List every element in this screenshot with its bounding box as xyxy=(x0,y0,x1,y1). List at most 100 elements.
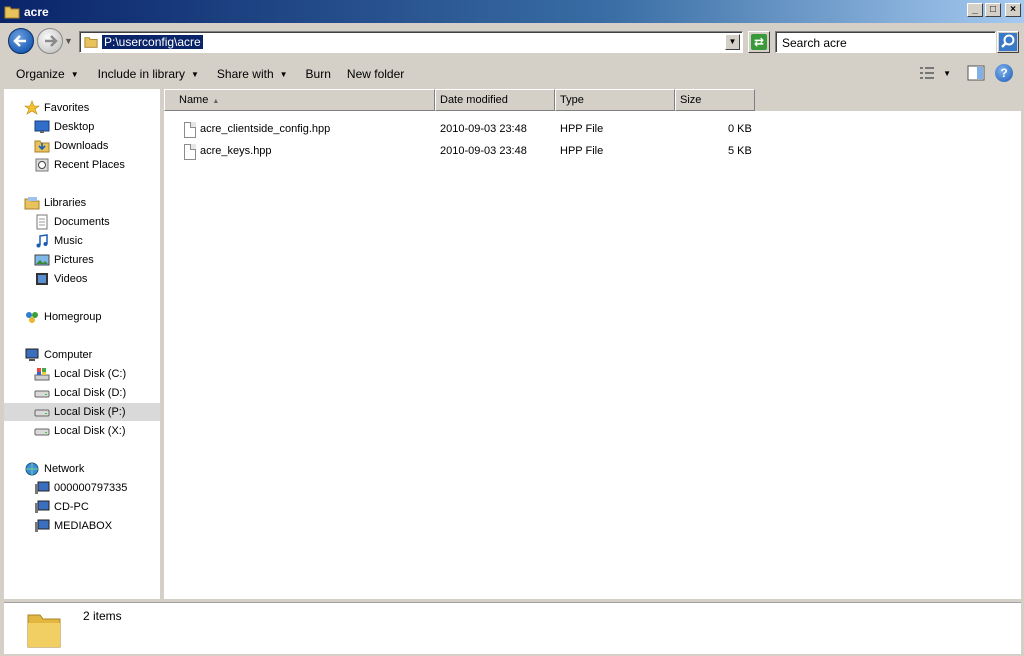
nav-item-network-pc[interactable]: 000000797335 xyxy=(34,479,127,497)
computer-icon xyxy=(24,347,40,363)
preview-pane-icon[interactable] xyxy=(967,65,985,81)
minimize-button[interactable]: _ xyxy=(967,3,983,17)
share-with-menu[interactable]: Share with ▼ xyxy=(217,67,288,81)
nav-item-label: Local Disk (D:) xyxy=(54,387,127,399)
close-button[interactable]: × xyxy=(1005,3,1021,17)
nav-homegroup[interactable]: Homegroup xyxy=(24,308,101,326)
folder-icon xyxy=(26,609,62,649)
burn-button[interactable]: Burn xyxy=(306,67,331,81)
star-icon xyxy=(24,100,40,116)
file-type: HPP File xyxy=(560,145,604,157)
nav-item-label: Desktop xyxy=(54,121,95,133)
nav-item-local-disk-x[interactable]: Local Disk (X:) xyxy=(34,422,126,440)
sort-ascending-icon: ▲ xyxy=(212,98,220,105)
nav-item-label: Videos xyxy=(54,273,88,285)
system-drive-icon xyxy=(34,366,50,382)
arrow-left-icon xyxy=(13,35,26,47)
column-headers: Name ▲ Date modified Type Size xyxy=(164,89,1021,111)
title-bar[interactable]: acre _ □ × xyxy=(0,0,1024,23)
forward-button[interactable] xyxy=(37,28,63,54)
burn-label: Burn xyxy=(305,67,331,81)
arrow-right-icon xyxy=(45,35,58,47)
search-placeholder: Search acre xyxy=(782,36,847,50)
network-icon xyxy=(24,461,40,477)
file-size: 0 KB xyxy=(728,123,752,135)
search-button[interactable] xyxy=(997,31,1019,53)
address-dropdown-button[interactable]: ▼ xyxy=(725,34,740,50)
help-icon[interactable]: ? xyxy=(995,64,1013,82)
network-computer-icon xyxy=(34,480,50,496)
share-with-label: Share with xyxy=(216,67,274,81)
nav-item-recent-places[interactable]: Recent Places xyxy=(34,156,125,174)
chevron-down-icon: ▼ xyxy=(70,69,79,79)
nav-item-label: Local Disk (P:) xyxy=(54,406,126,418)
nav-item-label: Local Disk (C:) xyxy=(54,368,127,380)
table-row[interactable]: acre_keys.hpp 2010-09-03 23:48 HPP File … xyxy=(164,141,1021,163)
videos-icon xyxy=(34,271,50,287)
nav-item-pictures[interactable]: Pictures xyxy=(34,251,94,269)
refresh-button[interactable]: ⇄ xyxy=(748,31,770,53)
nav-homegroup-label: Homegroup xyxy=(44,311,102,323)
homegroup-icon xyxy=(24,309,40,325)
navigation-bar: ▼ P:\userconfig\acre ▼ ⇄ Search acre xyxy=(0,23,1024,59)
column-header-name[interactable]: Name ▲ xyxy=(164,89,435,111)
search-input[interactable]: Search acre xyxy=(775,31,996,53)
recent-places-icon xyxy=(34,157,50,173)
back-button[interactable] xyxy=(8,28,34,54)
downloads-icon xyxy=(34,138,50,154)
network-computer-icon xyxy=(34,518,50,534)
drive-icon xyxy=(34,404,50,420)
nav-item-local-disk-d[interactable]: Local Disk (D:) xyxy=(34,384,126,402)
nav-item-label: 000000797335 xyxy=(54,482,128,494)
drive-icon xyxy=(34,385,50,401)
file-list: Name ▲ Date modified Type Size acre_clien… xyxy=(164,89,1021,599)
address-bar[interactable]: P:\userconfig\acre ▼ xyxy=(79,31,743,53)
column-header-date-modified[interactable]: Date modified xyxy=(435,89,555,111)
chevron-down-icon[interactable]: ▼ xyxy=(943,69,951,78)
new-folder-button[interactable]: New folder xyxy=(347,67,404,81)
navigation-pane: Favorites Desktop Downloads Recent Place… xyxy=(4,89,162,599)
column-header-size[interactable]: Size xyxy=(675,89,755,111)
nav-item-downloads[interactable]: Downloads xyxy=(34,137,108,155)
file-date: 2010-09-03 23:48 xyxy=(440,123,527,135)
folder-icon xyxy=(4,4,20,20)
nav-item-label: MEDIABOX xyxy=(54,520,113,532)
nav-libraries-label: Libraries xyxy=(44,197,87,209)
nav-item-local-disk-c[interactable]: Local Disk (C:) xyxy=(34,365,126,383)
column-type-label: Type xyxy=(560,94,584,106)
table-row[interactable]: acre_clientside_config.hpp 2010-09-03 23… xyxy=(164,119,1021,141)
command-bar: Organize ▼ Include in library ▼ Share wi… xyxy=(3,59,1021,89)
items-count: 2 items xyxy=(83,609,122,623)
include-in-library-menu[interactable]: Include in library ▼ xyxy=(98,67,199,81)
nav-item-label: Documents xyxy=(54,216,110,228)
address-path[interactable]: P:\userconfig\acre xyxy=(102,35,203,49)
new-folder-label: New folder xyxy=(346,67,405,81)
nav-item-label: Music xyxy=(54,235,83,247)
column-header-type[interactable]: Type xyxy=(555,89,675,111)
music-icon xyxy=(34,233,50,249)
nav-computer[interactable]: Computer xyxy=(24,346,92,364)
file-name: acre_clientside_config.hpp xyxy=(200,123,331,135)
chevron-down-icon: ▼ xyxy=(279,69,288,79)
nav-item-music[interactable]: Music xyxy=(34,232,83,250)
nav-favorites[interactable]: Favorites xyxy=(24,99,89,117)
nav-item-documents[interactable]: Documents xyxy=(34,213,110,231)
maximize-button[interactable]: □ xyxy=(985,3,1001,17)
recent-pages-dropdown[interactable]: ▼ xyxy=(64,36,73,46)
file-icon xyxy=(184,144,196,160)
organize-menu[interactable]: Organize ▼ xyxy=(16,67,79,81)
view-options-icon[interactable] xyxy=(919,65,937,81)
column-date-label: Date modified xyxy=(440,94,508,106)
pictures-icon xyxy=(34,252,50,268)
nav-item-videos[interactable]: Videos xyxy=(34,270,87,288)
nav-libraries[interactable]: Libraries xyxy=(24,194,86,212)
file-icon xyxy=(184,122,196,138)
file-name: acre_keys.hpp xyxy=(200,145,272,157)
nav-item-local-disk-p[interactable]: Local Disk (P:) xyxy=(4,403,160,421)
nav-item-label: CD-PC xyxy=(54,501,89,513)
nav-item-cd-pc[interactable]: CD-PC xyxy=(34,498,89,516)
nav-item-mediabox[interactable]: MEDIABOX xyxy=(34,517,112,535)
nav-item-desktop[interactable]: Desktop xyxy=(34,118,94,136)
nav-network[interactable]: Network xyxy=(24,460,84,478)
search-icon xyxy=(999,33,1017,51)
